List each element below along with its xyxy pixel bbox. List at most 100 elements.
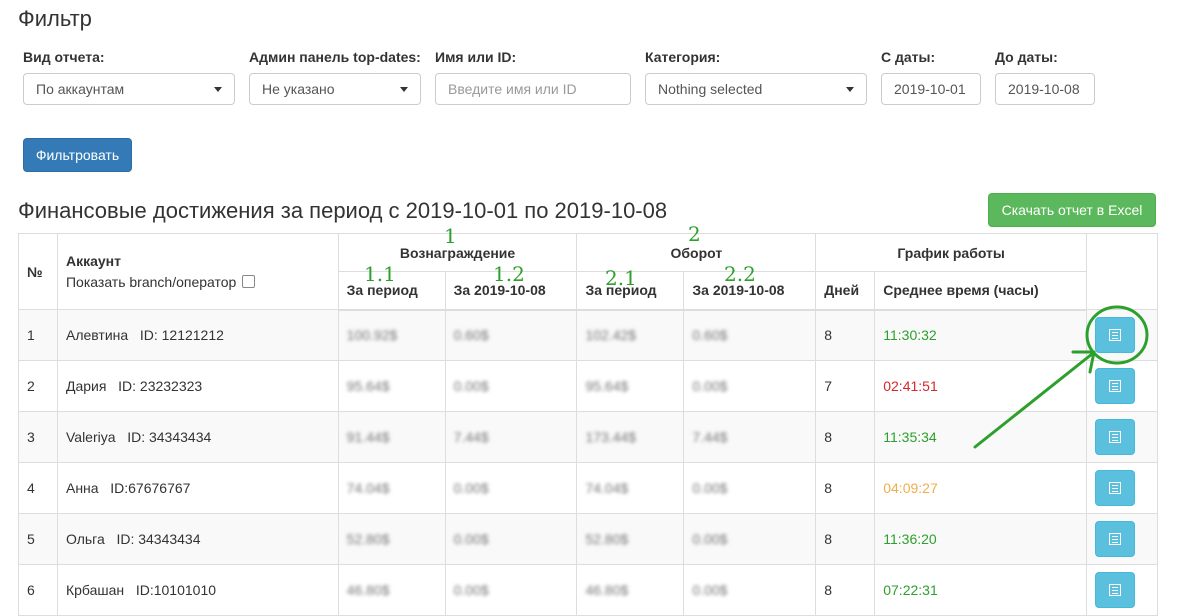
details-button[interactable]	[1094, 572, 1135, 608]
reward-period-cell: 100.92$	[337, 309, 446, 361]
reward-date-cell: 0.00$	[444, 462, 578, 514]
col-account: Аккаунт Показать branch/оператор	[56, 233, 339, 310]
list-icon	[1108, 380, 1121, 392]
col-account-label: Аккаунт	[65, 253, 121, 269]
account-cell: Valeriya ID: 34343434	[56, 411, 339, 463]
account-name: Крбашан	[65, 582, 125, 598]
caret-down-icon	[846, 87, 854, 92]
account-name: Алевтина	[65, 327, 129, 343]
reward-date-cell: 7.44$	[444, 411, 578, 463]
days-cell: 8	[815, 309, 876, 361]
list-icon	[1108, 431, 1121, 443]
avg-time-cell: 04:09:27	[874, 462, 1087, 514]
name-id-input[interactable]: Введите имя или ID	[435, 73, 631, 105]
reward-period-cell: 95.64$	[337, 360, 446, 412]
details-button[interactable]	[1094, 368, 1135, 404]
days-cell: 8	[815, 411, 876, 463]
show-branch-checkbox[interactable]	[242, 275, 256, 288]
row-num: 4	[18, 462, 58, 514]
table-row: 6 Крбашан ID:10101010 46.80$ 0.00$ 46.80…	[18, 564, 1159, 616]
filter-button[interactable]: Фильтровать	[23, 138, 132, 172]
list-icon	[1108, 482, 1121, 494]
col-days: Дней	[815, 271, 876, 311]
turnover-period-cell: 46.80$	[576, 564, 685, 616]
details-button[interactable]	[1094, 521, 1135, 557]
days-cell: 8	[815, 462, 876, 514]
action-cell	[1085, 309, 1159, 361]
avg-time-cell: 11:30:32	[874, 309, 1087, 361]
account-id: ID: 12121212	[139, 327, 224, 343]
caret-down-icon	[400, 87, 408, 92]
reward-date-cell: 0.00$	[444, 360, 578, 412]
excel-download-button[interactable]: Скачать отчет в Excel	[988, 193, 1156, 227]
name-id-label: Имя или ID:	[435, 49, 517, 65]
report-type-value: По аккаунтам	[36, 81, 125, 97]
account-cell: Ольга ID: 34343434	[56, 513, 339, 565]
admin-panel-value: Не указано	[262, 81, 335, 97]
account-cell: Анна ID:67676767	[56, 462, 339, 514]
report-title: Финансовые достижения за период с 2019-1…	[18, 198, 668, 223]
avg-time-cell: 07:22:31	[874, 564, 1087, 616]
action-cell	[1085, 564, 1159, 616]
turnover-date-cell: 0.00$	[683, 360, 817, 412]
action-cell	[1085, 513, 1159, 565]
col-schedule: График работы	[815, 233, 1087, 272]
turnover-period-cell: 74.04$	[576, 462, 685, 514]
category-label: Категория:	[645, 49, 721, 65]
admin-panel-select[interactable]: Не указано	[249, 73, 421, 105]
turnover-date-cell: 7.44$	[683, 411, 817, 463]
report-type-select[interactable]: По аккаунтам	[23, 73, 235, 105]
col-actions	[1085, 233, 1159, 310]
reward-period-cell: 52.80$	[337, 513, 446, 565]
details-button[interactable]	[1094, 317, 1135, 353]
table-row: 3 Valeriya ID: 34343434 91.44$ 7.44$ 173…	[18, 411, 1159, 463]
reward-date-cell: 0.00$	[444, 513, 578, 565]
days-cell: 8	[815, 513, 876, 565]
avg-time-cell: 11:36:20	[874, 513, 1087, 565]
account-cell: Алевтина ID: 12121212	[56, 309, 339, 361]
date-to-label: До даты:	[995, 49, 1058, 65]
row-num: 6	[18, 564, 58, 616]
annotation-turnover-group: 2	[688, 222, 701, 246]
col-avg-time: Среднее время (часы)	[874, 271, 1087, 311]
account-id: ID: 34343434	[116, 531, 201, 547]
col-num: №	[18, 233, 58, 310]
turnover-date-cell: 0.00$	[683, 513, 817, 565]
turnover-period-cell: 173.44$	[576, 411, 685, 463]
report-table: № Аккаунт Показать branch/оператор Возна…	[18, 233, 1159, 616]
days-cell: 7	[815, 360, 876, 412]
date-to-input[interactable]: 2019-10-08	[995, 73, 1095, 105]
turnover-period-cell: 95.64$	[576, 360, 685, 412]
table-row: 1 Алевтина ID: 12121212 100.92$ 0.60$ 10…	[18, 309, 1159, 361]
date-from-input[interactable]: 2019-10-01	[881, 73, 981, 105]
row-num: 5	[18, 513, 58, 565]
list-icon	[1108, 584, 1121, 596]
row-num: 1	[18, 309, 58, 361]
report-type-label: Вид отчета:	[23, 49, 105, 65]
account-name: Valeriya	[65, 429, 116, 445]
account-name: Анна	[65, 480, 99, 496]
action-cell	[1085, 462, 1159, 514]
turnover-date-cell: 0.00$	[683, 462, 817, 514]
annotation-turnover-period: 2.1	[605, 266, 637, 290]
row-num: 2	[18, 360, 58, 412]
reward-period-cell: 91.44$	[337, 411, 446, 463]
details-button[interactable]	[1094, 419, 1135, 455]
name-id-placeholder: Введите имя или ID	[448, 81, 577, 97]
account-id: ID: 34343434	[127, 429, 212, 445]
show-branch-label: Показать branch/оператор	[65, 274, 237, 290]
category-value: Nothing selected	[658, 81, 763, 97]
list-icon	[1108, 533, 1121, 545]
details-button[interactable]	[1094, 470, 1135, 506]
days-cell: 8	[815, 564, 876, 616]
annotation-turnover-date: 2.2	[724, 262, 756, 286]
turnover-period-cell: 52.80$	[576, 513, 685, 565]
avg-time-cell: 11:35:34	[874, 411, 1087, 463]
account-name: Ольга	[65, 531, 105, 547]
account-id: ID:67676767	[110, 480, 191, 496]
account-id: ID: 23232323	[118, 378, 203, 394]
category-select[interactable]: Nothing selected	[645, 73, 867, 105]
account-cell: Крбашан ID:10101010	[56, 564, 339, 616]
admin-panel-label: Админ панель top-dates:	[249, 49, 421, 65]
account-cell: Дария ID: 23232323	[56, 360, 339, 412]
